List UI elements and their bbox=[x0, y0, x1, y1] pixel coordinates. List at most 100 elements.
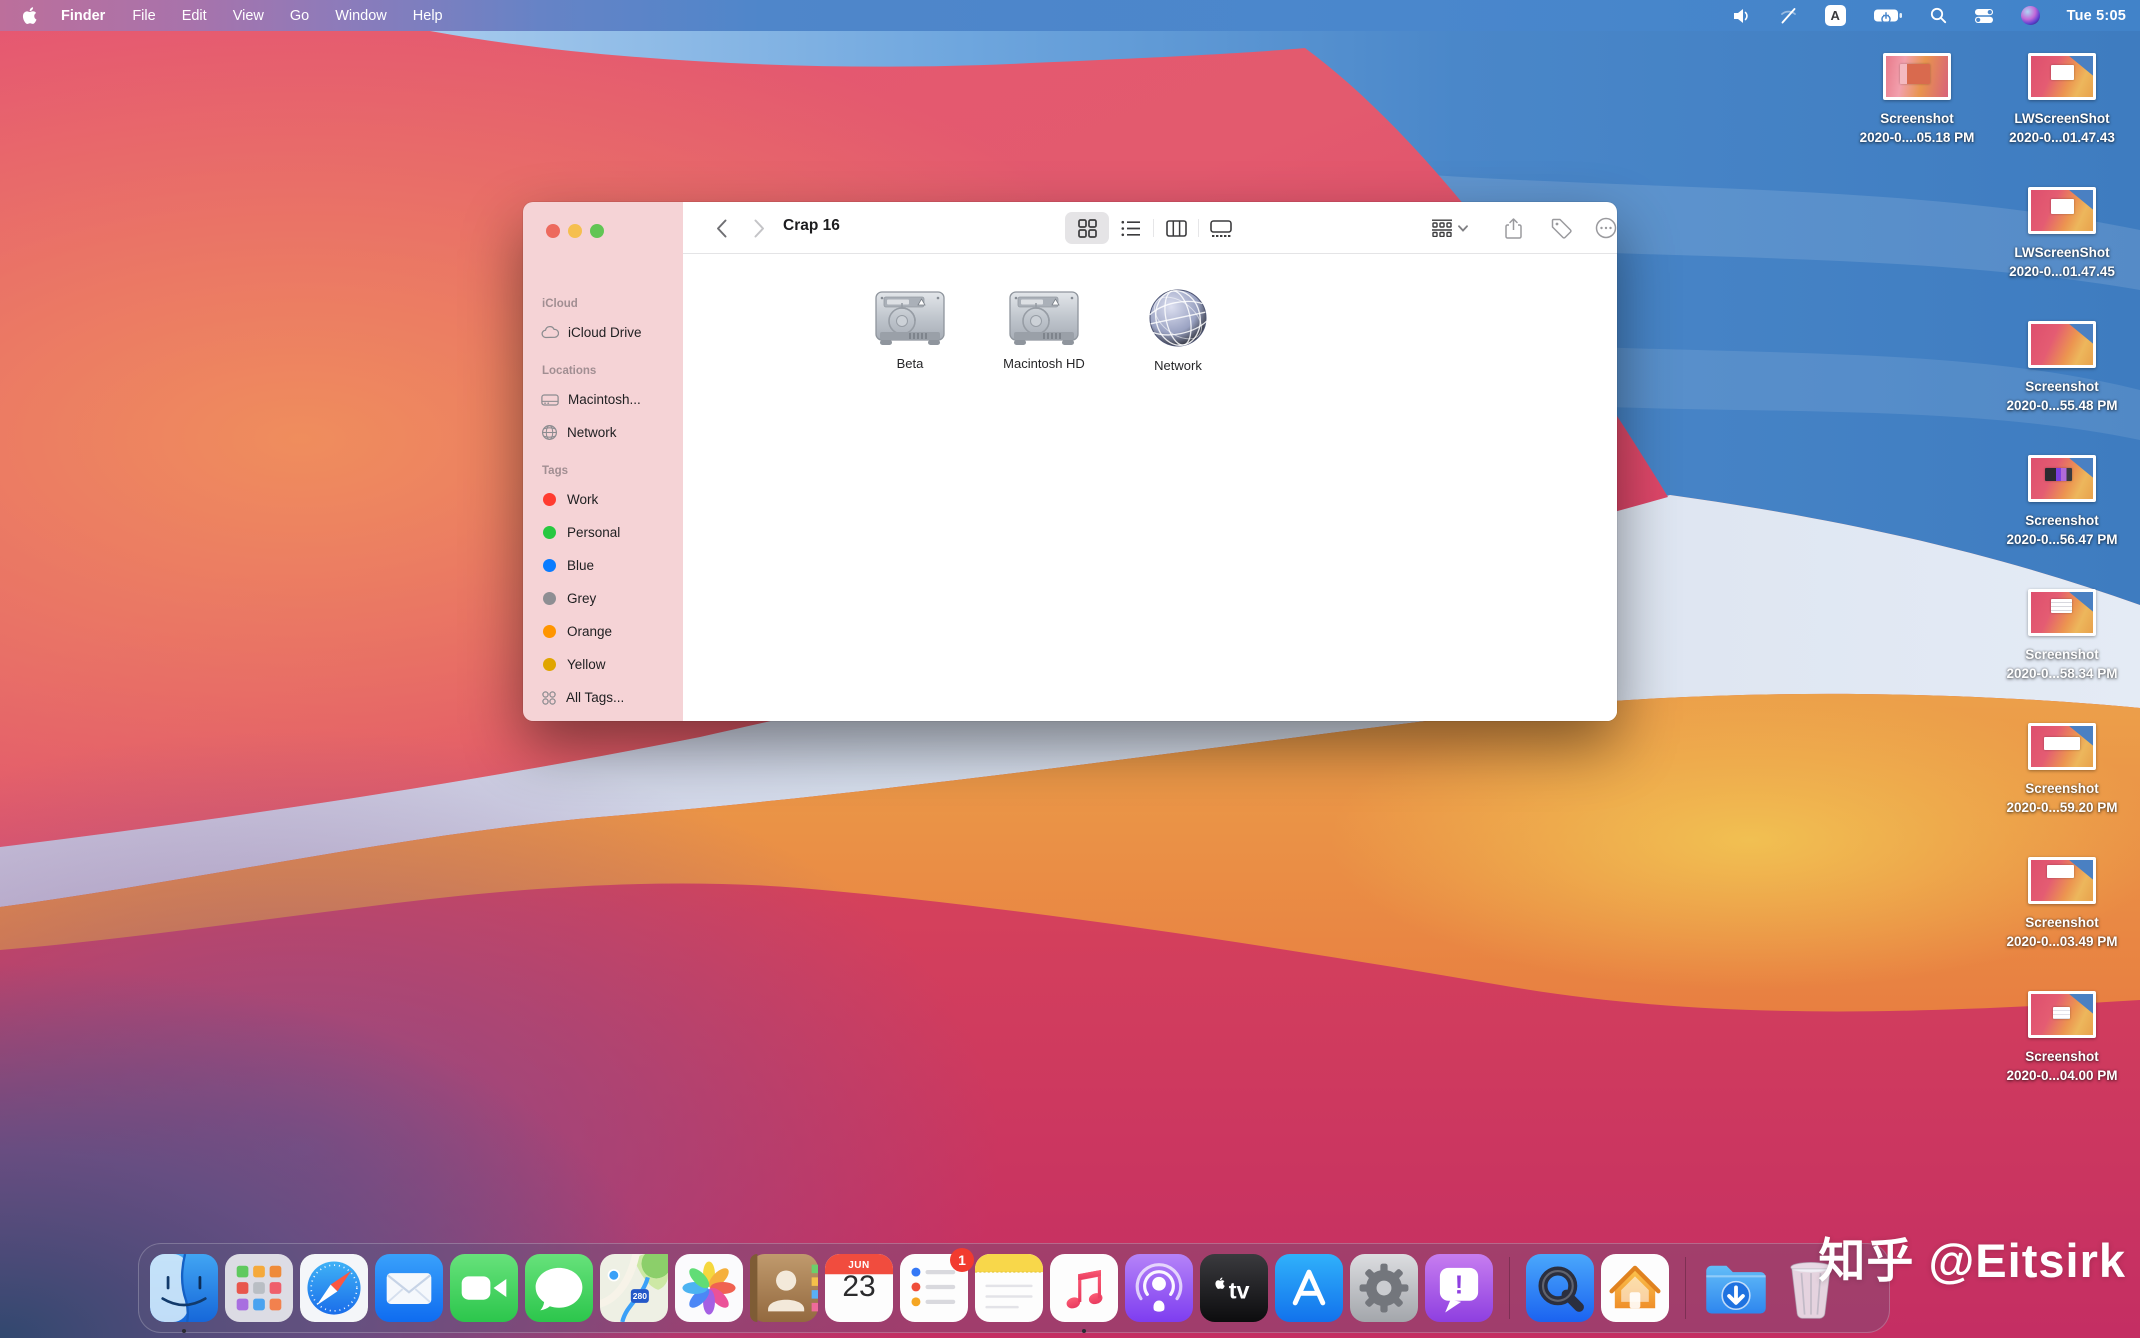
volume-icon[interactable] bbox=[1732, 8, 1752, 24]
finder-content-area[interactable]: Beta Ma bbox=[683, 254, 1617, 721]
desktop-file-screenshot-0518[interactable]: Screenshot2020-0....05.18 PM bbox=[1842, 53, 1992, 147]
spotlight-icon[interactable] bbox=[1930, 7, 1947, 24]
dock-app-store[interactable] bbox=[1275, 1254, 1343, 1322]
dock-downloads[interactable] bbox=[1702, 1254, 1770, 1322]
sidebar-item-all-tags[interactable]: All Tags... bbox=[541, 681, 675, 714]
sidebar-item-macintosh[interactable]: Macintosh... bbox=[541, 383, 675, 416]
file-label: Macintosh HD bbox=[1003, 356, 1085, 371]
dock-facetime[interactable] bbox=[450, 1254, 518, 1322]
back-button[interactable] bbox=[707, 214, 735, 242]
siri-icon[interactable] bbox=[2021, 6, 2040, 25]
dock-home[interactable] bbox=[1601, 1254, 1669, 1322]
menu-window[interactable]: Window bbox=[322, 0, 400, 31]
file-thumbnail bbox=[1883, 53, 1951, 100]
menu-bar-clock[interactable]: Tue 5:05 bbox=[2067, 8, 2126, 24]
photos-icon bbox=[675, 1254, 743, 1322]
control-center-icon[interactable] bbox=[1974, 8, 1994, 24]
dock-notes[interactable] bbox=[975, 1254, 1043, 1322]
apple-menu-icon[interactable] bbox=[22, 0, 47, 31]
file-label: Beta bbox=[897, 356, 924, 371]
window-title: Crap 16 bbox=[783, 217, 840, 235]
music-icon bbox=[1050, 1254, 1118, 1322]
share-button[interactable] bbox=[1505, 212, 1522, 244]
quicktime-icon bbox=[1526, 1254, 1594, 1322]
input-source-icon[interactable]: A bbox=[1825, 5, 1846, 26]
dock-podcasts[interactable] bbox=[1125, 1254, 1193, 1322]
dock-tv[interactable]: tv bbox=[1200, 1254, 1268, 1322]
tag-button[interactable] bbox=[1551, 212, 1572, 244]
zoom-button[interactable] bbox=[590, 224, 604, 238]
more-actions-button[interactable] bbox=[1595, 212, 1617, 244]
menu-file[interactable]: File bbox=[119, 0, 168, 31]
close-button[interactable] bbox=[546, 224, 560, 238]
desktop-file-screenshot-5834[interactable]: Screenshot2020-0...58.34 PM bbox=[1987, 589, 2137, 683]
svg-text:tv: tv bbox=[1229, 1278, 1250, 1304]
menu-finder[interactable]: Finder bbox=[47, 0, 119, 31]
sidebar-tag-grey[interactable]: Grey bbox=[541, 582, 675, 615]
dock-music[interactable] bbox=[1050, 1254, 1118, 1322]
mail-icon bbox=[375, 1254, 443, 1322]
sidebar-section-icloud: iCloud bbox=[542, 298, 675, 310]
view-grid-button[interactable] bbox=[1065, 212, 1109, 244]
desktop-file-screenshot-5920[interactable]: Screenshot2020-0...59.20 PM bbox=[1987, 723, 2137, 817]
apple-tv-icon: tv bbox=[1200, 1254, 1268, 1322]
sidebar-tag-blue[interactable]: Blue bbox=[541, 549, 675, 582]
dock-calendar[interactable]: JUN 23 bbox=[825, 1254, 893, 1322]
menu-edit[interactable]: Edit bbox=[169, 0, 220, 31]
dock-mail[interactable] bbox=[375, 1254, 443, 1322]
dock-contacts[interactable] bbox=[750, 1254, 818, 1322]
file-thumbnail bbox=[2028, 991, 2096, 1038]
sidebar-item-network[interactable]: Network bbox=[541, 416, 675, 449]
dock-maps[interactable]: 280 bbox=[600, 1254, 668, 1322]
feedback-assistant-icon: ! bbox=[1425, 1254, 1493, 1322]
menu-go[interactable]: Go bbox=[277, 0, 322, 31]
file-item-macintosh-hd[interactable]: Macintosh HD bbox=[986, 290, 1102, 371]
dock-system-preferences[interactable] bbox=[1350, 1254, 1418, 1322]
desktop-file-lwscreenshot-014743[interactable]: LWScreenShot2020-0...01.47.43 bbox=[1987, 53, 2137, 147]
sidebar-tag-orange[interactable]: Orange bbox=[541, 615, 675, 648]
desktop-file-screenshot-5647[interactable]: Screenshot2020-0...56.47 PM bbox=[1987, 455, 2137, 549]
dock-quicktime[interactable] bbox=[1526, 1254, 1594, 1322]
dock-launchpad[interactable] bbox=[225, 1254, 293, 1322]
file-item-beta[interactable]: Beta bbox=[852, 290, 968, 371]
view-mode-switcher bbox=[1065, 212, 1243, 244]
gear-icon bbox=[1350, 1254, 1418, 1322]
menu-help[interactable]: Help bbox=[400, 0, 456, 31]
view-gallery-button[interactable] bbox=[1199, 212, 1243, 244]
tag-dot-yellow bbox=[543, 658, 556, 671]
view-list-button[interactable] bbox=[1109, 212, 1153, 244]
contacts-icon bbox=[750, 1254, 818, 1322]
sidebar-tag-personal[interactable]: Personal bbox=[541, 516, 675, 549]
gallery-view-icon bbox=[1210, 220, 1232, 237]
forward-button[interactable] bbox=[745, 214, 773, 242]
minimize-button[interactable] bbox=[568, 224, 582, 238]
file-item-network[interactable]: Network bbox=[1120, 290, 1236, 373]
dock-finder[interactable] bbox=[150, 1254, 218, 1322]
group-icon bbox=[1431, 219, 1453, 237]
dock-photos[interactable] bbox=[675, 1254, 743, 1322]
hard-drive-icon bbox=[874, 290, 946, 347]
desktop-file-lwscreenshot-014745[interactable]: LWScreenShot2020-0...01.47.45 bbox=[1987, 187, 2137, 281]
launchpad-icon bbox=[225, 1254, 293, 1322]
group-by-button[interactable] bbox=[1431, 212, 1468, 244]
dock-reminders[interactable]: 1 bbox=[900, 1254, 968, 1322]
menu-view[interactable]: View bbox=[220, 0, 277, 31]
dock-safari[interactable] bbox=[300, 1254, 368, 1322]
desktop-file-screenshot-5548[interactable]: Screenshot2020-0...55.48 PM bbox=[1987, 321, 2137, 415]
list-view-icon bbox=[1121, 220, 1141, 237]
tag-dot-green bbox=[543, 526, 556, 539]
dock-messages[interactable] bbox=[525, 1254, 593, 1322]
desktop-file-screenshot-0349[interactable]: Screenshot2020-0...03.49 PM bbox=[1987, 857, 2137, 951]
sidebar-tag-yellow[interactable]: Yellow bbox=[541, 648, 675, 681]
sidebar-tag-work[interactable]: Work bbox=[541, 483, 675, 516]
file-thumbnail bbox=[2028, 857, 2096, 904]
view-columns-button[interactable] bbox=[1154, 212, 1198, 244]
facetime-icon bbox=[450, 1254, 518, 1322]
file-thumbnail bbox=[2028, 723, 2096, 770]
sidebar-item-icloud-drive[interactable]: iCloud Drive bbox=[541, 316, 675, 349]
battery-charging-icon[interactable] bbox=[1873, 8, 1903, 23]
desktop-file-screenshot-0400[interactable]: Screenshot2020-0...04.00 PM bbox=[1987, 991, 2137, 1085]
hard-drive-icon bbox=[1008, 290, 1080, 347]
wifi-off-icon[interactable] bbox=[1779, 7, 1798, 24]
dock-feedback-assistant[interactable]: ! bbox=[1425, 1254, 1493, 1322]
